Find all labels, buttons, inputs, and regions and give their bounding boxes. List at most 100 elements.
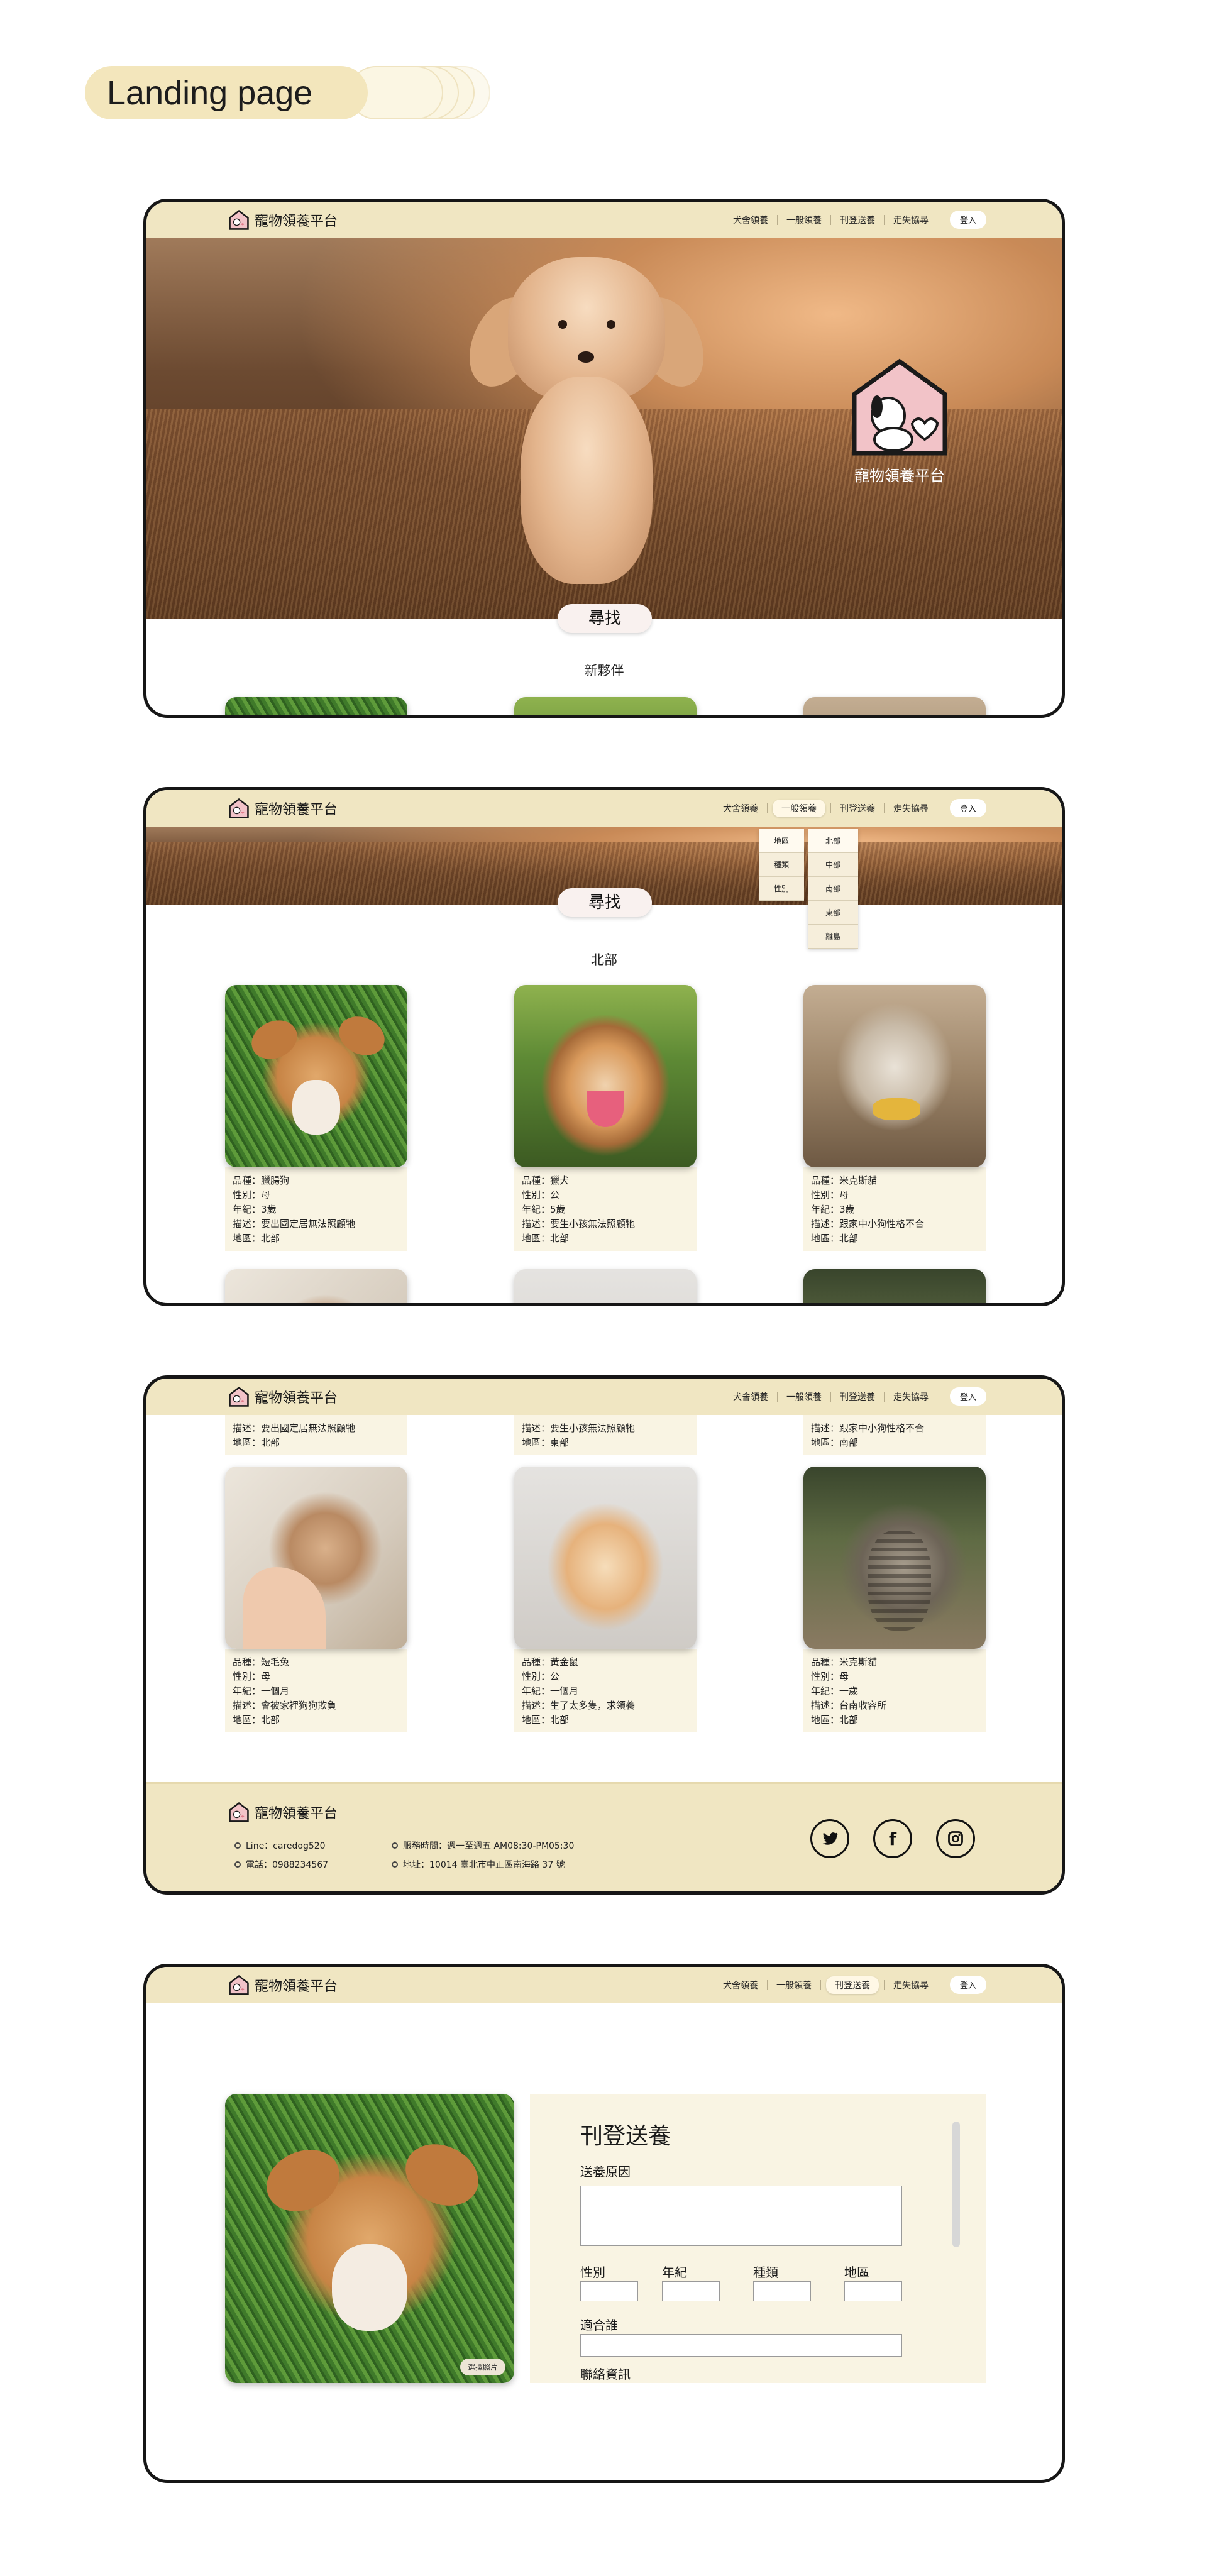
form-scrollbar[interactable]: [952, 2122, 960, 2247]
instagram-icon[interactable]: [936, 1819, 975, 1858]
nav-kennel-adopt[interactable]: 犬舍領養: [714, 800, 767, 817]
region-central[interactable]: 中部: [808, 853, 858, 877]
nav-divider: [820, 1979, 821, 1990]
brand-logo-link[interactable]: 寵物領養平台: [228, 1974, 338, 1996]
region-east[interactable]: 東部: [808, 901, 858, 925]
label-reason: 送養原因: [580, 2164, 631, 2179]
region-south[interactable]: 南部: [808, 877, 858, 901]
label-gender: 性別: [580, 2265, 605, 2280]
age-field[interactable]: [662, 2281, 720, 2301]
upload-photo-preview[interactable]: 選擇照片: [225, 2094, 514, 2383]
footer-phone: 電話：0988234567: [234, 1858, 328, 1871]
pet-info: 品種：短毛兔 性別：母 年紀：一個月 描述：會被家裡狗狗欺負 地區：北部: [225, 1649, 407, 1732]
nav-divider: [766, 803, 768, 813]
region-north[interactable]: 北部: [808, 829, 858, 853]
pet-photo: 選擇照片: [225, 2094, 514, 2383]
brand-name: 寵物領養平台: [255, 1390, 338, 1406]
nav-lost-found[interactable]: 走失協尋: [885, 1388, 937, 1406]
footer-address: 地址：10014 臺北市中正區南海路 37 號: [392, 1858, 565, 1871]
pet-info: 品種：米克斯貓 性別：母 年紀：3歲 描述：跟家中小狗性格不合 地區：北部: [803, 1167, 986, 1251]
form-title: 刊登送養: [580, 2123, 671, 2149]
species-field[interactable]: [753, 2281, 811, 2301]
nav-general-adopt[interactable]: 一般領養: [768, 1976, 820, 1994]
label-suitable: 適合誰: [580, 2318, 618, 2333]
nav-post-adoption[interactable]: 刊登送養: [831, 800, 884, 817]
region-field[interactable]: [844, 2281, 902, 2301]
brand-logo-link[interactable]: 寵物領養平台: [228, 798, 338, 819]
facebook-icon[interactable]: f: [873, 1819, 912, 1858]
site-footer: 寵物領養平台 Line：caredog520 電話：0988234567 服務時…: [146, 1782, 1062, 1891]
nav-lost-found[interactable]: 走失協尋: [885, 1976, 937, 1994]
pet-info: 品種：米克斯貓 性別：母 年紀：一歲 描述：台南收容所 地區：北部: [803, 1649, 986, 1732]
login-button[interactable]: 登入: [949, 1976, 986, 1994]
gender-field[interactable]: [580, 2281, 638, 2301]
bullet-icon: [234, 1861, 241, 1868]
region-islands[interactable]: 離島: [808, 925, 858, 949]
nav-post-adoption[interactable]: 刊登送養: [831, 211, 884, 229]
nav-kennel-adopt[interactable]: 犬舍領養: [724, 1388, 777, 1406]
pet-info: 品種：臘腸狗 性別：母 年紀：3歲 描述：要出國定居無法照顧牠 地區：北部: [225, 1167, 407, 1251]
pet-card-peek[interactable]: [225, 1269, 407, 1303]
nav-post-adoption[interactable]: 刊登送養: [831, 1388, 884, 1406]
pet-card[interactable]: 品種：獵犬 性別：公 年紀：5歲 描述：要生小孩無法照顧牠 地區：北部: [514, 985, 697, 1251]
pet-card[interactable]: 品種：短毛兔 性別：母 年紀：一個月 描述：會被家裡狗狗欺負 地區：北部: [225, 1467, 407, 1732]
post-adoption-form: 刊登送養 送養原因 性別 年紀 種類 地區 適合誰 聯絡資訊: [530, 2094, 986, 2383]
nav-general-adopt[interactable]: 一般領養: [772, 799, 825, 817]
pet-card[interactable]: 品種：米克斯貓 性別：母 年紀：3歲 描述：跟家中小狗性格不合 地區：北部: [803, 985, 986, 1251]
pet-card-peek[interactable]: [514, 1269, 697, 1303]
pet-card[interactable]: 品種：黃金鼠 性別：公 年紀：一個月 描述：生了太多隻，求領養 地區：北部: [514, 1467, 697, 1732]
suitable-field[interactable]: [580, 2334, 902, 2357]
pet-house-logo-icon: [229, 1802, 249, 1822]
choose-photo-button[interactable]: 選擇照片: [460, 2359, 505, 2375]
section-title-region: 北部: [591, 952, 617, 967]
pet-info: 描述：要生小孩無法照顧牠 地區：東部: [514, 1415, 697, 1455]
pet-house-logo-icon: [852, 358, 947, 456]
login-button[interactable]: 登入: [949, 1387, 986, 1406]
pet-card[interactable]: 品種：臘腸狗 性別：母 年紀：3歲 描述：要出國定居無法照顧牠 地區：北部: [225, 985, 407, 1251]
nav-general-adopt[interactable]: 一般領養: [778, 1388, 830, 1406]
pet-card-peek[interactable]: [803, 1269, 986, 1303]
filter-gender[interactable]: 性別: [759, 877, 804, 901]
pet-photo: [225, 1467, 407, 1649]
reason-textarea[interactable]: [580, 2186, 902, 2246]
hero-brand-logo: 寵物領養平台: [843, 358, 956, 485]
top-nav: 寵物領養平台 犬舍領養 一般領養 刊登送養 走失協尋 登入: [146, 202, 1062, 238]
pet-card-peek[interactable]: [514, 697, 697, 715]
pet-card-partial[interactable]: 描述：要出國定居無法照顧牠 地區：北部: [225, 1415, 407, 1455]
pet-info: 品種：獵犬 性別：公 年紀：5歲 描述：要生小孩無法照顧牠 地區：北部: [514, 1167, 697, 1251]
twitter-icon[interactable]: [810, 1819, 849, 1858]
search-button[interactable]: 尋找: [558, 604, 652, 633]
search-button[interactable]: 尋找: [558, 888, 652, 917]
nav-general-adopt[interactable]: 一般領養: [778, 211, 830, 229]
pet-card-partial[interactable]: 描述：跟家中小狗性格不合 地區：南部: [803, 1415, 986, 1455]
nav-kennel-adopt[interactable]: 犬舍領養: [714, 1976, 767, 1994]
login-button[interactable]: 登入: [949, 211, 986, 229]
pet-card[interactable]: 品種：米克斯貓 性別：母 年紀：一歲 描述：台南收容所 地區：北部: [803, 1467, 986, 1732]
nav-links: 犬舍領養 一般領養 刊登送養 走失協尋 登入: [714, 799, 986, 817]
section-title-new-partner: 新夥伴: [584, 663, 624, 678]
top-nav: 寵物領養平台 犬舍領養 一般領養 刊登送養 走失協尋 登入: [146, 790, 1062, 827]
footer-brand-name: 寵物領養平台: [255, 1806, 338, 1822]
brand-logo-link[interactable]: 寵物領養平台: [228, 209, 338, 231]
pet-card-partial[interactable]: 描述：要生小孩無法照顧牠 地區：東部: [514, 1415, 697, 1455]
nav-lost-found[interactable]: 走失協尋: [885, 211, 937, 229]
label-region: 地區: [844, 2265, 869, 2280]
label-age: 年紀: [662, 2265, 687, 2280]
filter-species[interactable]: 種類: [759, 853, 804, 877]
frame-landing: 寵物領養平台 犬舍領養 一般領養 刊登送養 走失協尋 登入 寵物領養平台 尋找 …: [143, 199, 1065, 718]
nav-kennel-adopt[interactable]: 犬舍領養: [724, 211, 777, 229]
pet-photo: [225, 985, 407, 1167]
pet-house-logo-icon: [229, 209, 249, 230]
nav-post-adoption[interactable]: 刊登送養: [825, 1976, 879, 1994]
label-contact: 聯絡資訊: [580, 2367, 631, 2382]
footer-hours: 服務時間：週一至週五 AM08:30-PM05:30: [392, 1839, 574, 1852]
brand-name: 寵物領養平台: [255, 1979, 338, 1995]
filter-region[interactable]: 地區: [759, 829, 804, 853]
nav-lost-found[interactable]: 走失協尋: [885, 800, 937, 817]
pet-card-peek[interactable]: [803, 697, 986, 715]
hero-banner: 寵物領養平台: [146, 238, 1062, 619]
login-button[interactable]: 登入: [949, 799, 986, 817]
brand-logo-link[interactable]: 寵物領養平台: [228, 1386, 338, 1407]
pet-house-logo-icon: [229, 1974, 249, 1995]
pet-card-peek[interactable]: [225, 697, 407, 715]
